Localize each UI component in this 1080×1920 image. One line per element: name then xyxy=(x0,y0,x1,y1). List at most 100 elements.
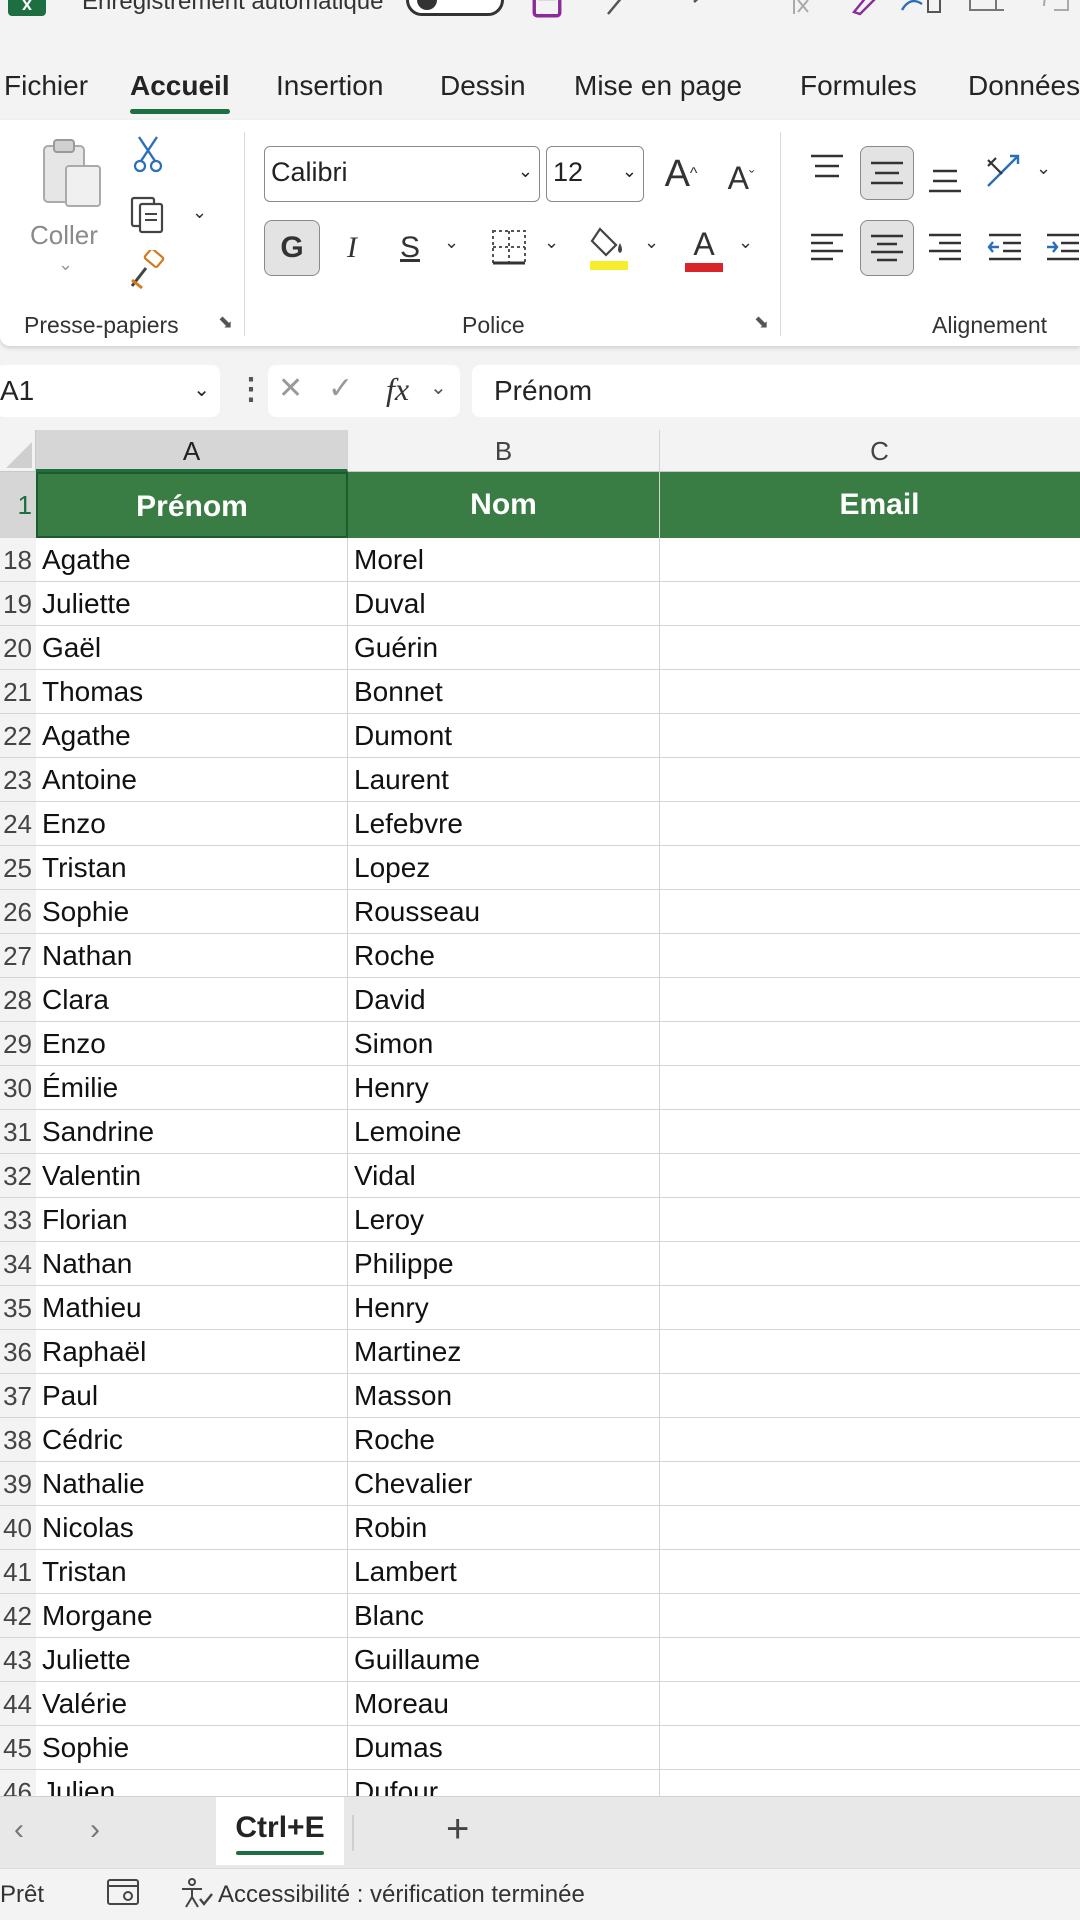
cell-b[interactable]: Laurent xyxy=(348,758,660,802)
grow-font-button[interactable]: A ^ xyxy=(656,146,706,202)
header-cell-nom[interactable]: Nom xyxy=(348,472,660,538)
cell-b[interactable]: Blanc xyxy=(348,1594,660,1638)
row-number[interactable]: 44 xyxy=(0,1682,36,1726)
cell-b[interactable]: Henry xyxy=(348,1286,660,1330)
cell-c[interactable] xyxy=(660,1726,1080,1770)
row-number[interactable]: 39 xyxy=(0,1462,36,1506)
cell-b[interactable]: Morel xyxy=(348,538,660,582)
cell-c[interactable] xyxy=(660,1374,1080,1418)
row-number[interactable]: 20 xyxy=(0,626,36,670)
font-name-select[interactable]: Calibri ⌄ xyxy=(264,146,540,202)
align-middle-icon[interactable] xyxy=(860,146,914,200)
insert-function-button[interactable]: fx xyxy=(386,371,409,408)
cell-a[interactable]: Sophie xyxy=(36,1726,348,1770)
column-header-c[interactable]: C xyxy=(660,430,1080,472)
pen-icon[interactable] xyxy=(850,0,880,23)
cell-b[interactable]: Henry xyxy=(348,1066,660,1110)
previous-sheet-icon[interactable]: ‹ xyxy=(14,1813,24,1847)
cell-b[interactable]: David xyxy=(348,978,660,1022)
tab-formules[interactable]: Formules xyxy=(800,70,917,102)
row-number[interactable]: 37 xyxy=(0,1374,36,1418)
cell-a[interactable]: Agathe xyxy=(36,714,348,758)
row-number[interactable]: 38 xyxy=(0,1418,36,1462)
header-cell-prenom[interactable]: Prénom xyxy=(36,472,348,538)
fill-color-icon[interactable] xyxy=(586,222,634,274)
cell-a[interactable]: Sandrine xyxy=(36,1110,348,1154)
cell-b[interactable]: Dumas xyxy=(348,1726,660,1770)
cell-c[interactable] xyxy=(660,978,1080,1022)
row-number[interactable]: 24 xyxy=(0,802,36,846)
accessibility-status[interactable]: Accessibilité : vérification terminée xyxy=(218,1881,585,1909)
cell-c[interactable] xyxy=(660,1770,1080,1796)
cell-c[interactable] xyxy=(660,758,1080,802)
chevron-down-icon[interactable]: ⌄ xyxy=(430,375,447,400)
orientation-chevron-down-icon[interactable]: ⌄ xyxy=(1036,158,1051,179)
cell-c[interactable] xyxy=(660,934,1080,978)
clipboard-launcher-icon[interactable]: ⬊ xyxy=(218,312,238,332)
row-number[interactable]: 33 xyxy=(0,1198,36,1242)
row-number[interactable]: 42 xyxy=(0,1594,36,1638)
autosave-toggle[interactable] xyxy=(406,0,504,16)
accessibility-icon[interactable] xyxy=(178,1877,214,1916)
cell-b[interactable]: Lambert xyxy=(348,1550,660,1594)
row-number[interactable]: 21 xyxy=(0,670,36,714)
cell-a[interactable]: Antoine xyxy=(36,758,348,802)
cell-a[interactable]: Nathalie xyxy=(36,1462,348,1506)
cell-a[interactable]: Juliette xyxy=(36,582,348,626)
row-number[interactable]: 1 xyxy=(0,472,36,538)
cell-a[interactable]: Émilie xyxy=(36,1066,348,1110)
cell-b[interactable]: Lemoine xyxy=(348,1110,660,1154)
cell-a[interactable]: Tristan xyxy=(36,846,348,890)
resize-icon[interactable] xyxy=(966,0,1006,23)
sheet-tab-ctrl-e[interactable]: Ctrl+E xyxy=(216,1797,344,1865)
redo-icon[interactable] xyxy=(606,0,646,23)
cell-b[interactable]: Martinez xyxy=(348,1330,660,1374)
cell-c[interactable] xyxy=(660,1682,1080,1726)
cell-a[interactable]: Gaël xyxy=(36,626,348,670)
column-header-b[interactable]: B xyxy=(348,430,660,472)
save-icon[interactable] xyxy=(530,0,564,27)
tab-donnees[interactable]: Données xyxy=(968,70,1080,102)
cell-b[interactable]: Simon xyxy=(348,1022,660,1066)
select-all-corner[interactable] xyxy=(0,430,36,472)
row-number[interactable]: 43 xyxy=(0,1638,36,1682)
cell-a[interactable]: Paul xyxy=(36,1374,348,1418)
copy-chevron-down-icon[interactable]: ⌄ xyxy=(192,202,207,223)
cell-c[interactable] xyxy=(660,846,1080,890)
row-number[interactable]: 40 xyxy=(0,1506,36,1550)
cell-a[interactable]: Mathieu xyxy=(36,1286,348,1330)
cell-c[interactable] xyxy=(660,1022,1080,1066)
cell-b[interactable]: Guérin xyxy=(348,626,660,670)
borders-chevron-down-icon[interactable]: ⌄ xyxy=(544,232,559,253)
paste-label[interactable]: Coller xyxy=(30,220,98,251)
row-number[interactable]: 25 xyxy=(0,846,36,890)
clear-format-icon[interactable] xyxy=(784,0,814,23)
row-number[interactable]: 23 xyxy=(0,758,36,802)
next-sheet-icon[interactable]: › xyxy=(90,1813,100,1847)
row-number[interactable]: 41 xyxy=(0,1550,36,1594)
row-number[interactable]: 46 xyxy=(0,1770,36,1796)
cell-a[interactable]: Florian xyxy=(36,1198,348,1242)
tab-fichier[interactable]: Fichier xyxy=(4,70,88,102)
cell-c[interactable] xyxy=(660,802,1080,846)
font-size-select[interactable]: 12 ⌄ xyxy=(546,146,644,202)
cell-b[interactable]: Philippe xyxy=(348,1242,660,1286)
cell-c[interactable] xyxy=(660,1242,1080,1286)
cell-b[interactable]: Lefebvre xyxy=(348,802,660,846)
cell-c[interactable] xyxy=(660,1462,1080,1506)
cell-c[interactable] xyxy=(660,1638,1080,1682)
cell-b[interactable]: Chevalier xyxy=(348,1462,660,1506)
font-launcher-icon[interactable]: ⬊ xyxy=(754,312,774,332)
sync-icon[interactable] xyxy=(1040,0,1074,23)
row-number[interactable]: 30 xyxy=(0,1066,36,1110)
cell-a[interactable]: Agathe xyxy=(36,538,348,582)
cell-b[interactable]: Vidal xyxy=(348,1154,660,1198)
row-number[interactable]: 27 xyxy=(0,934,36,978)
row-number[interactable]: 36 xyxy=(0,1330,36,1374)
formula-input[interactable]: Prénom xyxy=(472,365,1080,417)
cell-a[interactable]: Raphaël xyxy=(36,1330,348,1374)
row-number[interactable]: 28 xyxy=(0,978,36,1022)
undo-icon[interactable] xyxy=(690,0,730,23)
cell-c[interactable] xyxy=(660,890,1080,934)
row-number[interactable]: 26 xyxy=(0,890,36,934)
